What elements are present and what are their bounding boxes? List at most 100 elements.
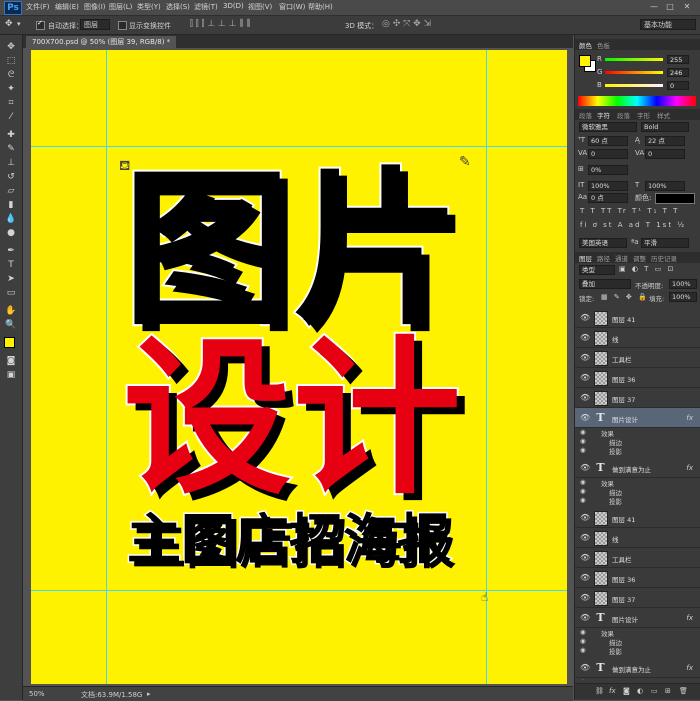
b-slider[interactable] (605, 84, 663, 87)
visibility-eye-icon[interactable]: ◉ (580, 646, 586, 654)
horizontal-scale-field[interactable]: 100% (645, 181, 685, 191)
opentype-buttons[interactable]: fi ơ st A ad T 1st ½ (580, 221, 686, 229)
menu-file[interactable]: 文件(F) (26, 2, 50, 12)
menu-image[interactable]: 图像(I) (84, 2, 106, 12)
layer-name[interactable]: 线 (612, 534, 619, 544)
chevron-down-icon[interactable]: ▾ (17, 20, 21, 28)
fill-field[interactable]: 100% (669, 292, 697, 302)
layer-name[interactable]: 做到满意为止 (612, 464, 651, 474)
zoom-level[interactable]: 50% (29, 690, 45, 698)
tab-history[interactable]: 历史记录 (651, 253, 677, 263)
filter-icons[interactable]: ▣ ◐ T ▭ ⊡ (619, 265, 675, 273)
tab-color[interactable]: 颜色 (579, 40, 592, 50)
tab-channels[interactable]: 通道 (615, 253, 628, 263)
tab-character[interactable]: 字符 (597, 110, 610, 120)
layer-row[interactable]: 👁 T 图片设计 fx (575, 408, 700, 428)
leading-field[interactable]: 22 点 (645, 136, 685, 146)
visibility-eye-icon[interactable]: 👁 (580, 413, 590, 422)
magic-wand-icon[interactable]: ✦ (3, 83, 19, 95)
align-icons[interactable]: ⫿ ⫿ ⫿ ⊥ ⊥ ⊥ ⫼ ⫼ (190, 19, 250, 29)
auto-select-dropdown[interactable]: 图层 (80, 19, 110, 30)
3d-tools-icons[interactable]: ◎ ✣ ⤧ ✥ ⇲ (382, 19, 431, 29)
new-layer-icon[interactable]: ⊞ (665, 687, 671, 695)
crop-tool-icon[interactable]: ⌗ (3, 97, 19, 109)
visibility-eye-icon[interactable]: 👁 (580, 593, 590, 602)
effect-row[interactable]: ◉ 投影 (575, 496, 700, 506)
trash-icon[interactable]: 🗑 (679, 687, 688, 695)
minimize-icon[interactable]: — (648, 2, 660, 12)
effect-row[interactable]: ◉效果 (575, 428, 700, 438)
type-tool-icon[interactable]: T (3, 259, 19, 271)
visibility-eye-icon[interactable]: ◉ (580, 496, 586, 504)
effect-row[interactable]: ◉ 投影 (575, 646, 700, 656)
effect-row[interactable]: ◉ 描边 (575, 637, 700, 647)
menu-edit[interactable]: 编辑(E) (55, 2, 79, 12)
link-icon[interactable]: ⛓ (595, 687, 604, 695)
lock-icons[interactable]: ▦ ✎ ✥ 🔒 (601, 293, 649, 301)
vertical-scale-field[interactable]: 100% (588, 181, 628, 191)
visibility-eye-icon[interactable]: ◉ (580, 428, 586, 436)
r-slider[interactable] (605, 58, 663, 61)
menu-window[interactable]: 窗口(W) (279, 2, 305, 12)
fx-icon[interactable]: fx (686, 664, 693, 672)
shape-tool-icon[interactable]: ▭ (3, 287, 19, 299)
effect-row[interactable]: ◉ 描边 (575, 437, 700, 447)
visibility-eye-icon[interactable]: 👁 (580, 333, 590, 342)
path-select-icon[interactable]: ➤ (3, 273, 19, 285)
gradient-tool-icon[interactable]: ▮ (3, 199, 19, 211)
effect-row[interactable]: ◉效果 (575, 478, 700, 488)
tab-swatches[interactable]: 色板 (597, 40, 610, 50)
visibility-eye-icon[interactable]: 👁 (580, 313, 590, 322)
visibility-eye-icon[interactable]: ◉ (580, 437, 586, 445)
visibility-eye-icon[interactable]: 👁 (580, 513, 590, 522)
close-icon[interactable]: ✕ (681, 2, 693, 12)
layer-name[interactable]: 图片设计 (612, 614, 638, 624)
g-value-field[interactable]: 246 (667, 68, 689, 77)
blend-mode-select[interactable]: 叠加 (579, 279, 631, 289)
visibility-eye-icon[interactable]: ◉ (580, 678, 586, 680)
visibility-eye-icon[interactable]: ◉ (580, 637, 586, 645)
layer-row[interactable]: 👁 图层 36 (575, 568, 700, 588)
layer-row[interactable]: 👁 图层 37 (575, 588, 700, 608)
fx-icon[interactable]: fx (686, 614, 693, 622)
pen-tool-icon[interactable]: ✒ (3, 245, 19, 257)
menu-3d[interactable]: 3D(D) (223, 2, 244, 10)
menu-filter[interactable]: 滤镜(T) (194, 2, 218, 12)
canvas[interactable]: 图 片 设 计 主图店招海报 ⛾ ✎ ☝ (31, 50, 567, 684)
mask-icon[interactable]: ◙ (623, 687, 630, 695)
font-size-field[interactable]: 60 点 (588, 136, 628, 146)
visibility-eye-icon[interactable]: 👁 (580, 533, 590, 542)
baseline-field[interactable]: 0 点 (588, 193, 628, 203)
move-tool-icon[interactable]: ✥ (5, 19, 13, 29)
menu-type[interactable]: 类型(Y) (137, 2, 161, 12)
layer-row[interactable]: 👁 线 (575, 328, 700, 348)
r-value-field[interactable]: 255 (667, 55, 689, 64)
workspace-dropdown[interactable]: 基本功能 (640, 19, 696, 30)
healing-brush-icon[interactable]: ✚ (3, 129, 19, 141)
zoom-tool-icon[interactable]: 🔍 (3, 319, 19, 331)
tab-paragraph[interactable]: 段落 (579, 110, 592, 120)
layer-name[interactable]: 工具栏 (612, 354, 632, 364)
visibility-eye-icon[interactable]: ◉ (580, 478, 586, 486)
b-value-field[interactable]: 0 (667, 81, 689, 90)
visibility-eye-icon[interactable]: 👁 (580, 373, 590, 382)
visibility-eye-icon[interactable]: ◉ (580, 446, 586, 454)
visibility-eye-icon[interactable]: ◉ (580, 487, 586, 495)
layer-name[interactable]: 图层 37 (612, 594, 635, 604)
effect-row[interactable]: ◉ 投影 (575, 446, 700, 456)
visibility-eye-icon[interactable]: 👁 (580, 353, 590, 362)
fx-icon[interactable]: fx (686, 464, 693, 472)
effect-row[interactable]: ◉ 描边 (575, 487, 700, 497)
fx-icon[interactable]: fx (686, 414, 693, 422)
visibility-eye-icon[interactable]: 👁 (580, 613, 590, 622)
layer-name[interactable]: 工具栏 (612, 554, 632, 564)
menu-view[interactable]: 视图(V) (248, 2, 272, 12)
visibility-eye-icon[interactable]: 👁 (580, 663, 590, 672)
font-family-select[interactable]: 微软雅黑 (579, 122, 637, 132)
visibility-eye-icon[interactable]: 👁 (580, 463, 590, 472)
layer-name[interactable]: 图层 41 (612, 314, 635, 324)
foreground-color-swatch[interactable] (579, 55, 591, 67)
marquee-tool-icon[interactable]: ⬚ (3, 55, 19, 67)
tab-layers[interactable]: 图层 (579, 253, 592, 263)
layer-name[interactable]: 做到满意为止 (612, 664, 651, 674)
